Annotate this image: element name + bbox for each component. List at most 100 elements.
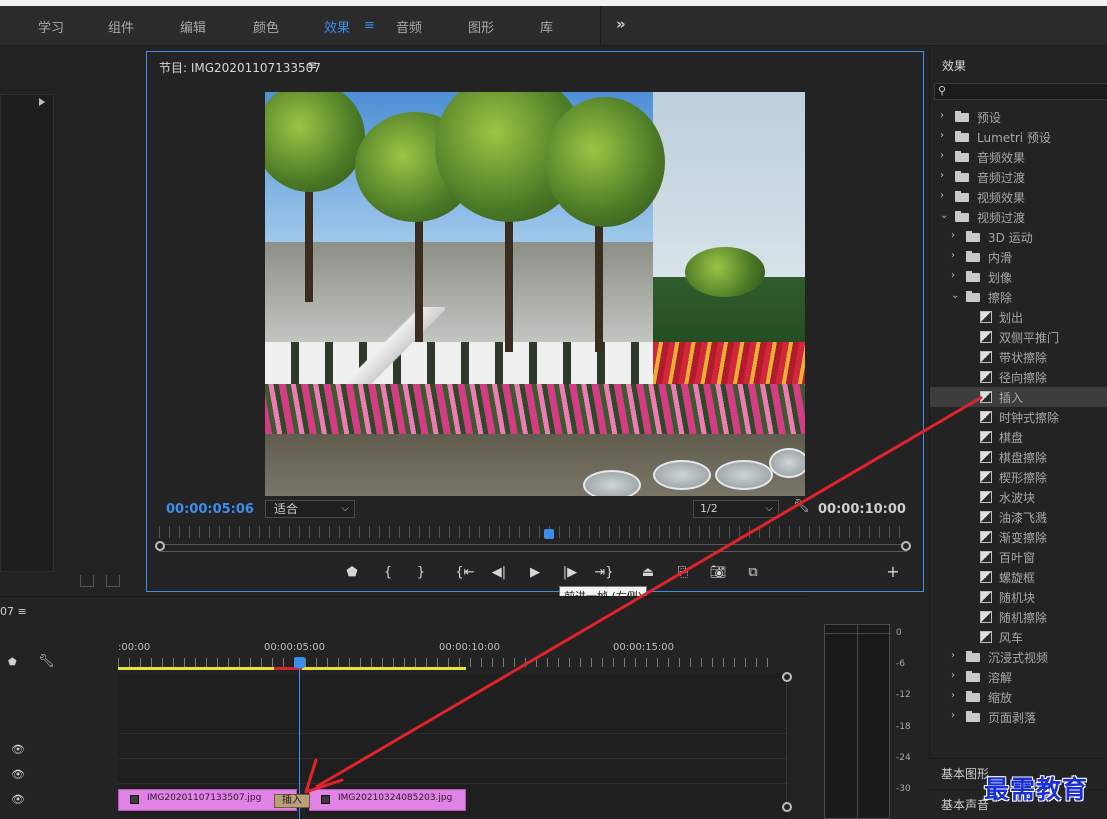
clip-name: IMG20201107133507.jpg [147, 793, 262, 803]
eye-icon[interactable]: 👁︎ [11, 793, 25, 806]
eye-icon[interactable]: 👁︎ [11, 743, 25, 756]
marker-icon[interactable]: ⬟ [340, 565, 364, 580]
transition-badge[interactable]: 插入 [274, 794, 310, 808]
chevron-right-icon[interactable]: › [951, 270, 955, 281]
workspace-tab-effects[interactable]: 效果 [324, 17, 350, 36]
effect-folder[interactable]: › Lumetri 预设 [930, 127, 1107, 147]
export-frame-icon[interactable]: 📷︎ [706, 565, 730, 580]
playback-resolution-select[interactable]: 1/2 ⌵ [693, 500, 779, 518]
effect-item[interactable]: 棋盘擦除 [930, 447, 1107, 467]
workspace-tab-audio[interactable]: 音频 [396, 17, 422, 36]
effect-folder[interactable]: › 视频效果 [930, 187, 1107, 207]
zoom-fit-select[interactable]: 适合 ⌵ [265, 500, 355, 518]
step-forward-icon[interactable]: |▶ [558, 565, 582, 580]
timeline-vertical-scrollbar[interactable] [782, 672, 796, 812]
chevron-down-icon[interactable]: ⌄ [951, 290, 959, 301]
effect-folder[interactable]: › 沉浸式视频 [930, 647, 1107, 667]
wrench-icon[interactable]: 🔧︎ [793, 499, 810, 514]
chevron-right-icon[interactable]: › [951, 670, 955, 681]
effect-item[interactable]: 时钟式擦除 [930, 407, 1107, 427]
scroll-handle-left[interactable] [155, 541, 165, 551]
chevron-right-icon[interactable]: › [951, 710, 955, 721]
effects-search-input[interactable]: ⚲ [934, 83, 1107, 100]
effect-item[interactable]: 随机擦除 [930, 607, 1107, 627]
chevron-right-icon[interactable]: › [951, 690, 955, 701]
chevron-right-icon[interactable]: › [940, 110, 944, 121]
chevron-right-icon[interactable]: › [951, 230, 955, 241]
go-to-out-icon[interactable]: ⇥} [592, 565, 616, 580]
panel-expand-icon[interactable] [39, 98, 45, 106]
chevron-right-icon[interactable]: › [940, 150, 944, 161]
effect-item[interactable]: 棋盘 [930, 427, 1107, 447]
go-to-in-icon[interactable]: {⇤ [453, 565, 477, 580]
timeline-clip[interactable]: IMG20201107133507.jpg [118, 789, 297, 811]
chevron-right-icon[interactable]: › [940, 130, 944, 141]
effect-folder[interactable]: › 缩放 [930, 687, 1107, 707]
comparison-icon[interactable]: ⧉ [741, 565, 765, 580]
play-icon[interactable]: ▶ [523, 565, 547, 580]
lift-icon[interactable]: ⏏ [636, 565, 660, 580]
panel-menu-icon[interactable]: ≡ [307, 58, 317, 72]
effect-item[interactable]: 螺旋框 [930, 567, 1107, 587]
effect-item[interactable]: 双侧平推门 [930, 327, 1107, 347]
effect-folder[interactable]: ⌄ 视频过渡 [930, 207, 1107, 227]
panel-menu-icon[interactable]: ≡ [18, 605, 27, 618]
chevron-right-icon[interactable]: › [940, 190, 944, 201]
add-button-icon[interactable]: + [881, 562, 905, 581]
eye-icon[interactable]: 👁︎ [11, 768, 25, 781]
step-back-icon[interactable]: ◀| [487, 565, 511, 580]
effect-item[interactable]: 带状擦除 [930, 347, 1107, 367]
chevron-right-icon[interactable]: › [951, 650, 955, 661]
scroll-handle-top[interactable] [782, 672, 792, 682]
effect-item[interactable]: 风车 [930, 627, 1107, 647]
workspace-tab-graphics[interactable]: 图形 [468, 17, 494, 36]
effect-folder[interactable]: ⌄ 擦除 [930, 287, 1107, 307]
audio-meter-icon[interactable] [80, 575, 94, 587]
effects-panel-title[interactable]: 效果 [942, 57, 966, 74]
more-workspaces-icon[interactable]: » [616, 15, 626, 33]
hamburger-icon[interactable]: ≡ [364, 18, 375, 33]
add-marker-icon[interactable]: ⬟ [8, 657, 17, 668]
program-monitor-title[interactable]: 节目: IMG20201107133507 [159, 59, 321, 76]
monitor-time-ruler[interactable] [159, 526, 907, 538]
timeline-ruler[interactable] [118, 658, 778, 667]
export-icon[interactable] [106, 575, 120, 587]
effect-item[interactable]: 楔形擦除 [930, 467, 1107, 487]
scroll-handle-bottom[interactable] [782, 802, 792, 812]
chevron-down-icon[interactable]: ⌄ [940, 210, 948, 221]
effect-item[interactable]: 百叶窗 [930, 547, 1107, 567]
effect-item[interactable]: 径向擦除 [930, 367, 1107, 387]
effect-item[interactable]: 油漆飞溅 [930, 507, 1107, 527]
playhead-timecode[interactable]: 00:00:05:06 [166, 502, 254, 517]
mark-out-icon[interactable]: } [409, 565, 433, 580]
effect-folder[interactable]: › 3D 运动 [930, 227, 1107, 247]
workspace-tab-color[interactable]: 颜色 [253, 17, 279, 36]
chevron-right-icon[interactable]: › [951, 250, 955, 261]
workspace-tab-libraries[interactable]: 库 [540, 17, 553, 36]
effect-item[interactable]: 划出 [930, 307, 1107, 327]
workspace-tab-editing[interactable]: 编辑 [180, 17, 206, 36]
effect-folder[interactable]: › 内滑 [930, 247, 1107, 267]
wrench-icon[interactable]: 🔧︎ [38, 654, 55, 669]
effect-item[interactable]: 随机块 [930, 587, 1107, 607]
workspace-tab-learn[interactable]: 学习 [38, 17, 64, 36]
effect-item[interactable]: 插入 [930, 387, 1107, 407]
effect-folder[interactable]: › 溶解 [930, 667, 1107, 687]
workspace-tab-assembly[interactable]: 组件 [108, 17, 134, 36]
effect-folder[interactable]: › 页面剥落 [930, 707, 1107, 727]
timeline-clip[interactable]: IMG20210324085203.jpg [309, 789, 466, 811]
video-frame[interactable] [265, 92, 805, 496]
zoom-scroll-bar[interactable] [155, 541, 911, 552]
effect-folder[interactable]: › 预设 [930, 107, 1107, 127]
monitor-playhead[interactable] [544, 529, 554, 539]
effect-folder[interactable]: › 音频效果 [930, 147, 1107, 167]
effect-item[interactable]: 水波块 [930, 487, 1107, 507]
chevron-right-icon[interactable]: › [940, 170, 944, 181]
effect-item[interactable]: 渐变擦除 [930, 527, 1107, 547]
mark-in-icon[interactable]: { [376, 565, 400, 580]
extract-icon[interactable]: ⎘ [671, 565, 695, 580]
effect-folder[interactable]: › 划像 [930, 267, 1107, 287]
effect-folder[interactable]: › 音频过渡 [930, 167, 1107, 187]
sequence-tab[interactable]: 07 ≡ [0, 605, 27, 618]
scroll-handle-right[interactable] [901, 541, 911, 551]
